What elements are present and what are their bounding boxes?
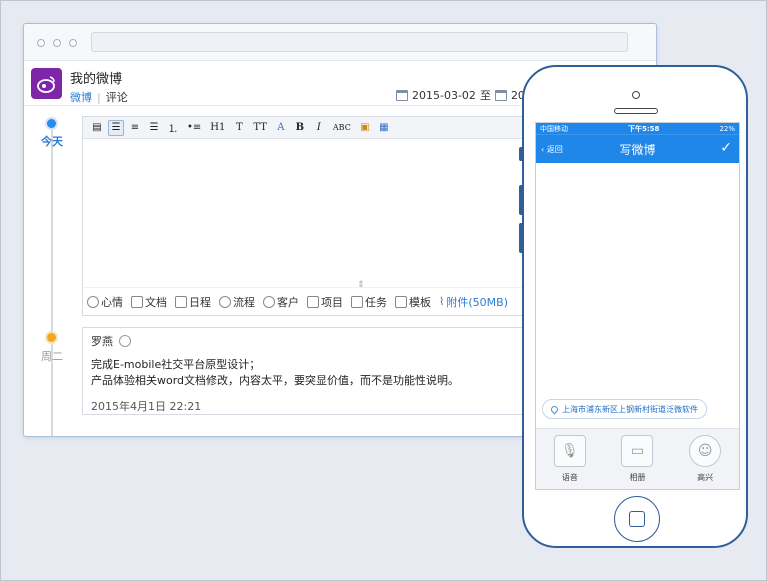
- action-label: 语音: [561, 473, 578, 482]
- page-title: 我的微博: [70, 72, 123, 87]
- font-size-button[interactable]: TT: [250, 120, 270, 136]
- home-button[interactable]: [614, 496, 660, 542]
- author-name[interactable]: 罗燕: [91, 333, 113, 349]
- attach-label: 任务: [365, 295, 387, 309]
- task-icon: [351, 295, 363, 308]
- phone-screen: 中国移动 下午5:58 22% ‹ 返回 写微博 ✓ 上海市浦东新区上钢新村街道…: [535, 122, 740, 490]
- align-left-icon[interactable]: ☰: [108, 119, 124, 136]
- attach-workflow-button[interactable]: 流程: [219, 294, 255, 310]
- attach-label: 心情: [101, 295, 123, 309]
- attach-document-button[interactable]: 文档: [131, 294, 167, 310]
- status-bar: 中国移动 下午5:58 22%: [536, 123, 739, 134]
- attach-template-button[interactable]: 模板: [395, 294, 431, 310]
- attach-task-button[interactable]: 任务: [351, 294, 387, 310]
- nav-bar: ‹ 返回 写微博 ✓: [536, 134, 739, 163]
- battery-level: 22%: [719, 124, 735, 133]
- calendar-icon[interactable]: [494, 89, 507, 101]
- timeline-clock-icon: [45, 331, 58, 344]
- action-label: 高兴: [697, 473, 714, 482]
- calendar-icon[interactable]: [396, 89, 408, 101]
- attach-project-button[interactable]: 项目: [307, 294, 343, 310]
- customer-icon: [263, 295, 275, 308]
- date-range: 2015-03-02 至 2015: [396, 87, 539, 103]
- window-dot[interactable]: [69, 39, 77, 47]
- attach-schedule-button[interactable]: 日程: [175, 294, 211, 310]
- tab-bar: 微博 | 评论: [70, 89, 128, 105]
- align-right-icon[interactable]: ☰: [146, 120, 162, 136]
- location-text: 上海市浦东新区上钢新村街道泛微软件: [562, 404, 698, 414]
- volume-up-button: [519, 185, 523, 215]
- attach-mood-button[interactable]: 心情: [87, 294, 123, 310]
- front-camera: [632, 91, 640, 99]
- compose-area[interactable]: [536, 164, 739, 394]
- attach-label: 项目: [321, 295, 343, 309]
- timeline-line: [51, 124, 53, 436]
- attach-label: 附件(50MB): [446, 295, 508, 309]
- mute-switch: [519, 147, 523, 161]
- window-dot[interactable]: [53, 39, 61, 47]
- paperclip-icon: ⌇: [439, 295, 445, 308]
- project-icon: [307, 295, 319, 308]
- attach-label: 客户: [277, 295, 299, 309]
- date-separator: 至: [479, 89, 491, 102]
- align-center-icon[interactable]: ≡: [127, 120, 143, 136]
- ordered-list-icon[interactable]: ⒈: [165, 120, 181, 136]
- status-time: 下午5:58: [628, 124, 660, 133]
- nav-title: 写微博: [619, 143, 656, 157]
- font-color-button[interactable]: A: [273, 120, 289, 136]
- carrier-label: 中国移动: [540, 124, 568, 133]
- tab-weibo[interactable]: 微博: [70, 91, 92, 104]
- photo-album-icon: ▭: [621, 435, 654, 467]
- attach-file-button[interactable]: ⌇ 附件(50MB): [439, 294, 508, 310]
- smile-icon: [87, 295, 99, 308]
- bird-icon: [37, 76, 55, 93]
- volume-down-button: [519, 223, 523, 253]
- font-family-button[interactable]: T: [231, 120, 247, 136]
- browser-titlebar: [24, 24, 656, 61]
- spellcheck-button[interactable]: ABC: [330, 120, 354, 136]
- workflow-icon: [219, 295, 231, 308]
- attach-label: 日程: [189, 295, 211, 309]
- happy-face-icon: ☺: [689, 435, 722, 467]
- date-from[interactable]: 2015-03-02: [412, 89, 476, 102]
- earpiece-speaker: [614, 108, 658, 114]
- bold-button[interactable]: B: [292, 120, 308, 136]
- tab-comments[interactable]: 评论: [106, 91, 128, 104]
- mood-smile-icon: [119, 335, 131, 347]
- confirm-check-icon[interactable]: ✓: [720, 140, 732, 156]
- location-tag[interactable]: 上海市浦东新区上钢新村街道泛微软件: [542, 399, 707, 419]
- tab-separator: |: [97, 91, 101, 104]
- template-icon: [395, 295, 407, 308]
- compose-actions: 🎙 语音 ▭ 相册 ☺ 高兴: [536, 428, 739, 489]
- mood-happy-button[interactable]: ☺ 高兴: [689, 435, 722, 489]
- source-icon[interactable]: ▤: [89, 120, 105, 136]
- attach-label: 文档: [145, 295, 167, 309]
- document-icon: [131, 295, 143, 308]
- phone-mockup: 中国移动 下午5:58 22% ‹ 返回 写微博 ✓ 上海市浦东新区上钢新村街道…: [519, 65, 748, 548]
- heading-button[interactable]: H1: [207, 120, 228, 136]
- album-button[interactable]: ▭ 相册: [621, 435, 654, 489]
- attach-label: 模板: [409, 295, 431, 309]
- attach-customer-button[interactable]: 客户: [263, 294, 299, 310]
- voice-button[interactable]: 🎙 语音: [553, 435, 586, 489]
- address-bar[interactable]: [91, 32, 628, 52]
- timeline-week-label: 周二: [41, 350, 63, 363]
- location-pin-icon: [549, 404, 560, 414]
- timeline-today-label: 今天: [41, 135, 63, 148]
- calendar-icon: [175, 295, 187, 308]
- microphone-icon: 🎙: [553, 435, 586, 467]
- window-dot[interactable]: [37, 39, 45, 47]
- weibo-logo: [31, 68, 62, 99]
- italic-button[interactable]: I: [311, 120, 327, 136]
- attach-label: 流程: [233, 295, 255, 309]
- table-icon[interactable]: ▦: [376, 120, 392, 136]
- action-label: 相册: [629, 473, 646, 482]
- image-icon[interactable]: ▣: [357, 120, 373, 136]
- timeline-today-dot: [45, 117, 58, 130]
- unordered-list-icon[interactable]: •≡: [184, 120, 204, 136]
